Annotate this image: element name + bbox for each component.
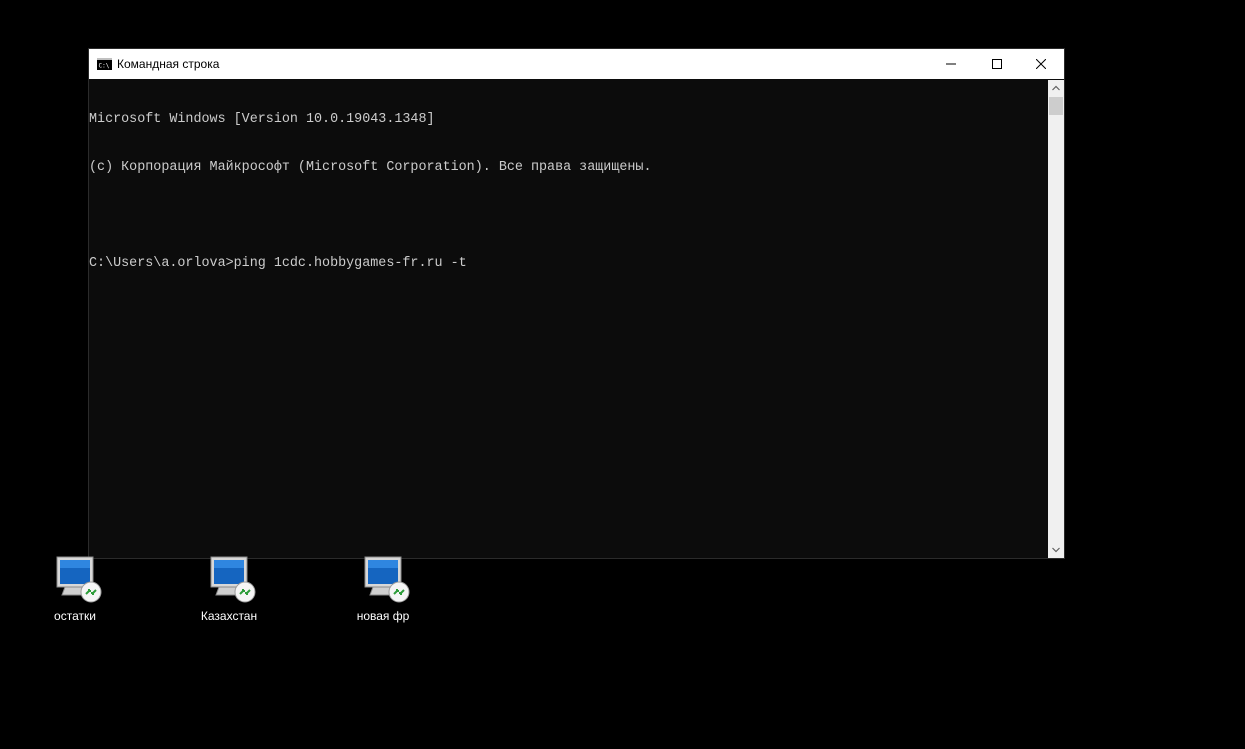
maximize-icon — [992, 59, 1002, 69]
desktop: C:\ Командная строка Microsoft Windows [… — [0, 0, 1245, 749]
minimize-button[interactable] — [928, 49, 974, 79]
chevron-up-icon — [1052, 85, 1060, 91]
desktop-shortcut-ostatki[interactable]: остатки — [35, 555, 115, 627]
window-title: Командная строка — [117, 57, 220, 71]
desktop-shortcut-label: новая фр — [356, 609, 410, 623]
scroll-up-button[interactable] — [1048, 80, 1064, 96]
remote-desktop-icon — [364, 556, 410, 603]
close-icon — [1036, 59, 1046, 69]
desktop-shortcut-label: остатки — [54, 609, 96, 623]
svg-text:C:\: C:\ — [99, 63, 110, 70]
close-button[interactable] — [1018, 49, 1064, 79]
scroll-thumb[interactable] — [1049, 97, 1063, 115]
console-output[interactable]: Microsoft Windows [Version 10.0.19043.13… — [89, 80, 1048, 558]
minimize-icon — [946, 63, 956, 65]
chevron-down-icon — [1052, 547, 1060, 553]
scroll-down-button[interactable] — [1048, 542, 1064, 558]
console-prompt-line: C:\Users\a.orlova>ping 1cdc.hobbygames-f… — [89, 256, 467, 271]
vertical-scrollbar[interactable] — [1048, 80, 1064, 558]
desktop-shortcut-kazakhstan[interactable]: Казахстан — [189, 555, 269, 627]
command-prompt-window[interactable]: C:\ Командная строка Microsoft Windows [… — [88, 48, 1065, 559]
console-line: (c) Корпорация Майкрософт (Microsoft Cor… — [89, 160, 652, 175]
desktop-shortcut-label: Казахстан — [200, 609, 258, 623]
maximize-button[interactable] — [974, 49, 1020, 79]
title-bar[interactable]: C:\ Командная строка — [89, 49, 1064, 79]
console-line: Microsoft Windows [Version 10.0.19043.13… — [89, 112, 435, 127]
cmd-icon: C:\ — [97, 58, 112, 70]
remote-desktop-icon — [56, 556, 102, 603]
remote-desktop-icon — [210, 556, 256, 603]
desktop-shortcut-novaya-fr[interactable]: новая фр — [343, 555, 423, 627]
